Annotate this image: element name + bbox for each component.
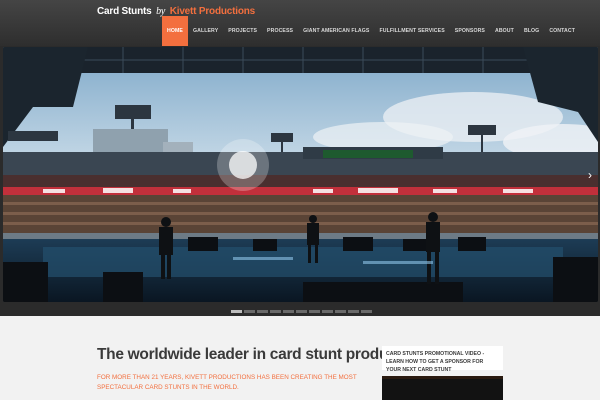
promo-video-title-box: CARD STUNTS PROMOTIONAL VIDEO - LEARN HO… bbox=[382, 346, 503, 373]
nav-item-giant-american-flags[interactable]: GIANT AMERICAN FLAGS bbox=[298, 16, 374, 46]
chevron-right-icon: › bbox=[588, 168, 592, 182]
nav-item-sponsors[interactable]: SPONSORS bbox=[450, 16, 490, 46]
slider-next-arrow[interactable]: › bbox=[585, 168, 595, 182]
stadium-concert-photo bbox=[3, 47, 598, 302]
slider-dot[interactable] bbox=[348, 310, 359, 313]
hero-slide-image bbox=[3, 47, 598, 302]
main-nav: HOME GALLERY PROJECTS PROCESS GIANT AMER… bbox=[162, 16, 580, 46]
hero-slider: › bbox=[0, 46, 600, 316]
page-headline: The worldwide leader in card stunt produ… bbox=[97, 346, 436, 363]
nav-item-blog[interactable]: BLOG bbox=[519, 16, 544, 46]
slider-dot[interactable] bbox=[283, 310, 294, 313]
promo-video-title[interactable]: CARD STUNTS PROMOTIONAL VIDEO - LEARN HO… bbox=[386, 350, 499, 374]
slider-dot[interactable] bbox=[296, 310, 307, 313]
slider-dot[interactable] bbox=[361, 310, 372, 313]
nav-item-fulfillment-services[interactable]: FULFILLMENT SERVICES bbox=[374, 16, 449, 46]
intro-text: FOR MORE THAN 21 YEARS, KIVETT PRODUCTIO… bbox=[97, 374, 357, 391]
slider-dot[interactable] bbox=[322, 310, 333, 313]
slider-dot[interactable] bbox=[244, 310, 255, 313]
slider-dot[interactable] bbox=[335, 310, 346, 313]
nav-item-contact[interactable]: CONTACT bbox=[544, 16, 580, 46]
slider-dot[interactable] bbox=[309, 310, 320, 313]
slider-dot[interactable] bbox=[257, 310, 268, 313]
site-header: Card Stunts by Kivett Productions HOME G… bbox=[0, 0, 600, 46]
video-top-bar bbox=[382, 376, 503, 379]
promo-video-player[interactable] bbox=[382, 376, 503, 400]
nav-item-home[interactable]: HOME bbox=[162, 16, 188, 46]
nav-item-gallery[interactable]: GALLERY bbox=[188, 16, 223, 46]
nav-item-process[interactable]: PROCESS bbox=[262, 16, 298, 46]
nav-item-projects[interactable]: PROJECTS bbox=[223, 16, 262, 46]
main-content: The worldwide leader in card stunt produ… bbox=[0, 316, 600, 400]
slider-dot[interactable] bbox=[270, 310, 281, 313]
slider-dot[interactable] bbox=[231, 310, 242, 313]
nav-item-about[interactable]: ABOUT bbox=[490, 16, 519, 46]
logo-card-stunts: Card Stunts bbox=[97, 6, 152, 17]
slider-pagination bbox=[231, 310, 372, 313]
